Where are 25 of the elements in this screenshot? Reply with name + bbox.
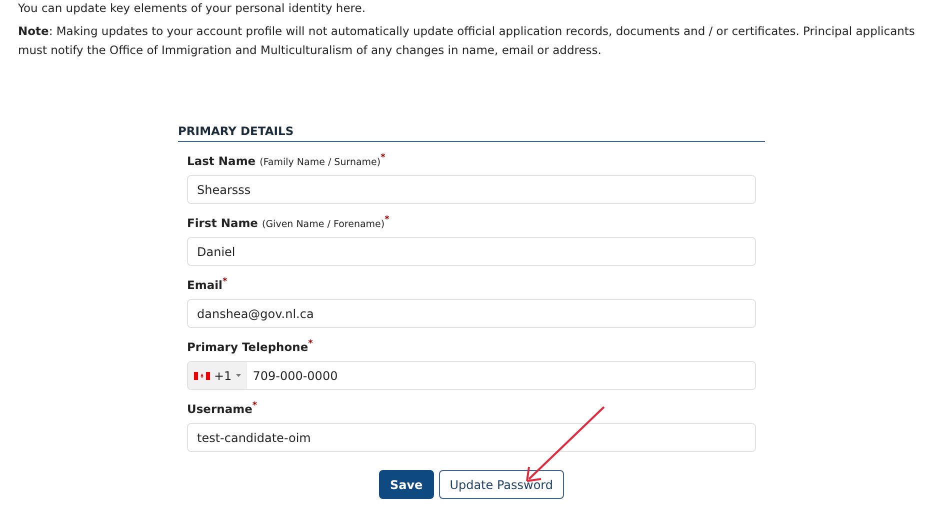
caret-icon bbox=[236, 374, 241, 377]
required-mark: * bbox=[222, 278, 228, 286]
required-mark: * bbox=[252, 402, 258, 410]
save-button[interactable]: Save bbox=[378, 470, 434, 499]
phone-field[interactable]: +1 709-000-0000 bbox=[187, 361, 756, 390]
field-label: Primary Telephone bbox=[187, 340, 308, 354]
field-hint: (Family Name / Surname) bbox=[260, 157, 381, 168]
field-hint: (Given Name / Forename) bbox=[262, 219, 385, 230]
required-mark: * bbox=[308, 340, 313, 348]
section-title: PRIMARY DETAILS bbox=[178, 124, 765, 142]
field-label: First Name bbox=[187, 216, 258, 230]
flag-icon bbox=[194, 372, 210, 380]
field-label: Email bbox=[187, 278, 222, 292]
input-field[interactable]: test-candidate-oim bbox=[187, 423, 756, 452]
note-text: Note: Making updates to your account profile will not automatically update official application records, documents and / or certificates. Principal applicants must notify the Office of Immigration and Multiculturalism of any changes in name, email or address. bbox=[18, 23, 916, 59]
required-mark: * bbox=[380, 154, 386, 162]
input-field[interactable]: Daniel bbox=[187, 237, 756, 266]
country-selector[interactable]: +1 bbox=[188, 362, 247, 389]
required-mark: * bbox=[384, 216, 390, 224]
input-field[interactable]: danshea@gov.nl.ca bbox=[187, 299, 756, 328]
field-label: Last Name bbox=[187, 154, 256, 168]
input-field[interactable]: Shearsss bbox=[187, 175, 756, 204]
update-password-button[interactable]: Update Password bbox=[438, 470, 564, 499]
intro-text: You can update key elements of your personal identity here. bbox=[18, 0, 366, 16]
field-label: Username bbox=[187, 402, 252, 416]
